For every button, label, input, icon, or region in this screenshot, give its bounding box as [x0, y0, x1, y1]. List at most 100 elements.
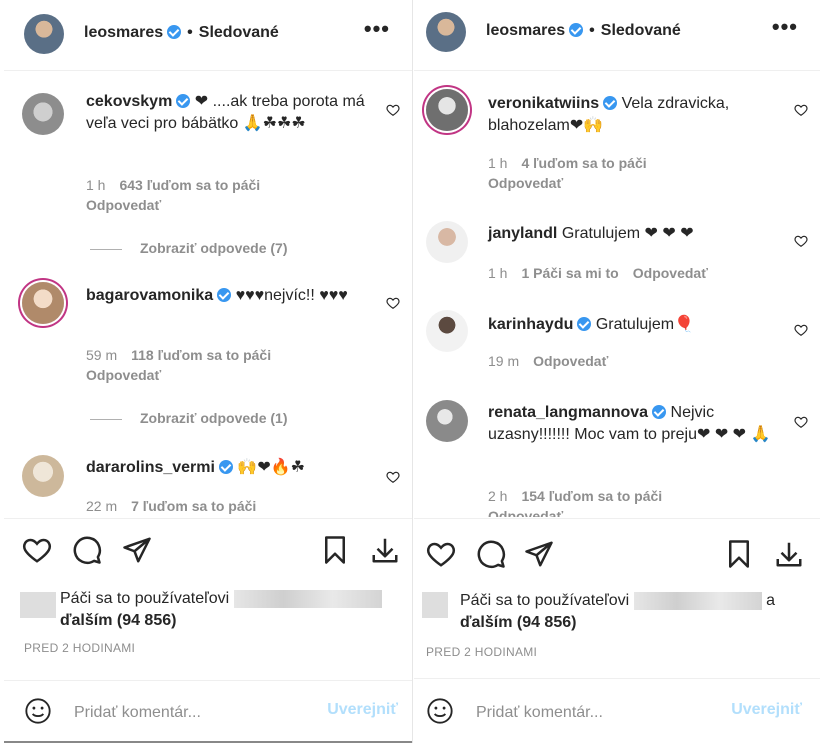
share-icon[interactable] [524, 539, 554, 569]
comment-username[interactable]: dararolins_vermi [86, 459, 215, 476]
comment-icon[interactable] [476, 539, 506, 569]
comment-username[interactable]: bagarovamonika [86, 287, 213, 304]
comment-item: cekovskym ❤ ....ak treba porota má veľa … [4, 89, 412, 229]
more-options-icon[interactable]: ••• [772, 14, 798, 40]
comment-likes[interactable]: 7 ľuďom sa to páči [131, 498, 256, 514]
post-header: leosmares • Sledované ••• [414, 0, 820, 71]
comment-likes[interactable]: 643 ľuďom sa to páči [119, 177, 260, 193]
comment-username[interactable]: renata_langmannova [488, 404, 648, 421]
avatar[interactable] [426, 12, 466, 52]
avatar[interactable] [22, 282, 64, 324]
avatar[interactable] [426, 310, 468, 352]
verified-icon [218, 460, 233, 474]
comment-likes[interactable]: 154 ľuďom sa to páči [521, 488, 662, 504]
comment-username[interactable]: karinhaydu [488, 316, 573, 333]
liked-by-text: Páči sa to používateľovi a [460, 592, 775, 610]
comment-body: Gratulujem ❤ ❤ ❤ [561, 225, 694, 242]
like-comment-heart-icon[interactable] [794, 103, 808, 117]
comment-time[interactable]: 59 m [86, 347, 117, 363]
comment-text: dararolins_vermi 🙌❤🔥☘ [86, 457, 368, 479]
reply-button[interactable]: Odpovedať [533, 353, 608, 369]
avatar[interactable] [426, 221, 468, 263]
comment-time[interactable]: 1 h [488, 155, 507, 171]
comment-item: janylandl Gratulujem ❤ ❤ ❤ 1 h 1 Páči sa … [414, 217, 820, 287]
view-replies-button[interactable]: Zobraziť odpovede (1) [90, 410, 288, 426]
comment-username[interactable]: veronikatwiins [488, 95, 599, 112]
comment-likes[interactable]: 1 Páči sa mi to [521, 265, 618, 281]
comment-time[interactable]: 1 h [86, 177, 105, 193]
like-comment-heart-icon[interactable] [386, 103, 400, 117]
verified-icon [217, 288, 232, 302]
comment-time[interactable]: 2 h [488, 488, 507, 504]
comment-likes[interactable]: 4 ľuďom sa to páči [521, 155, 646, 171]
comment-username[interactable]: cekovskym [86, 93, 172, 110]
username-link[interactable]: leosmares [84, 24, 163, 41]
liker-avatar[interactable] [422, 592, 448, 618]
like-comment-heart-icon[interactable] [386, 296, 400, 310]
share-icon[interactable] [122, 535, 152, 565]
like-comment-heart-icon[interactable] [386, 470, 400, 484]
add-comment-bar: Uverejniť [414, 678, 820, 743]
verified-icon [603, 96, 618, 110]
comment-time[interactable]: 1 h [488, 265, 507, 281]
reply-button[interactable]: Odpovedať [633, 265, 708, 281]
post-header: leosmares • Sledované ••• [4, 0, 412, 71]
like-comment-heart-icon[interactable] [794, 323, 808, 337]
comment-input[interactable] [72, 699, 296, 727]
reply-button[interactable]: Odpovedať [86, 367, 161, 383]
comments-list[interactable]: cekovskym ❤ ....ak treba porota má veľa … [4, 71, 412, 517]
avatar[interactable] [426, 400, 468, 442]
emoji-icon[interactable] [426, 697, 454, 725]
avatar[interactable] [24, 14, 64, 54]
download-icon[interactable] [774, 539, 804, 569]
post-timestamp[interactable]: PRED 2 HODINAMI [24, 641, 135, 655]
liker-avatar[interactable] [20, 592, 56, 618]
liker-name-blurred[interactable] [233, 590, 382, 608]
following-label[interactable]: Sledované [601, 22, 681, 39]
download-icon[interactable] [370, 535, 400, 565]
comment-time[interactable]: 22 m [86, 498, 117, 514]
comment-item: bagarovamonika ♥♥♥nejvíc!! ♥♥♥ 59 m 118 ľ… [4, 279, 412, 389]
heart-icon[interactable] [22, 535, 52, 565]
like-comment-heart-icon[interactable] [794, 234, 808, 248]
header-user: leosmares • Sledované [486, 22, 681, 40]
comments-list[interactable]: veronikatwiins Vela zdravicka, blahozela… [414, 71, 820, 517]
like-comment-heart-icon[interactable] [794, 415, 808, 429]
bookmark-icon[interactable] [724, 539, 754, 569]
username-link[interactable]: leosmares [486, 22, 565, 39]
post-button[interactable]: Uverejniť [731, 701, 802, 719]
comment-meta: 1 h 1 Páči sa mi to Odpovedať [488, 265, 722, 281]
others-count[interactable]: ďalším (94 856) [60, 612, 176, 630]
comment-input[interactable] [474, 699, 698, 727]
liked-by-label: Páči sa to používateľovi [60, 590, 230, 608]
header-user: leosmares • Sledované [84, 24, 279, 42]
post-button[interactable]: Uverejniť [327, 701, 398, 719]
likes-summary: Páči sa to používateľovi a ďalším (94 85… [414, 584, 820, 634]
reply-button[interactable]: Odpovedať [86, 197, 161, 213]
avatar[interactable] [22, 455, 64, 497]
post-timestamp[interactable]: PRED 2 HODINAMI [426, 645, 537, 659]
view-replies-button[interactable]: Zobraziť odpovede (7) [90, 240, 288, 256]
comment-item: dararolins_vermi 🙌❤🔥☘ 22 m 7 ľuďom sa to … [4, 453, 412, 517]
reply-button[interactable]: Odpovedať [488, 508, 563, 517]
bookmark-icon[interactable] [320, 535, 350, 565]
comment-time[interactable]: 19 m [488, 353, 519, 369]
emoji-icon[interactable] [24, 697, 52, 725]
avatar[interactable] [22, 93, 64, 135]
heart-icon[interactable] [426, 539, 456, 569]
reply-button[interactable]: Odpovedať [488, 175, 563, 191]
comment-username[interactable]: janylandl [488, 225, 557, 242]
add-comment-bar: Uverejniť [4, 680, 412, 743]
comment-meta: 1 h 4 ľuďom sa to páči [488, 155, 661, 171]
comment-text: cekovskym ❤ ....ak treba porota má veľa … [86, 91, 368, 135]
liker-name-blurred[interactable] [633, 592, 762, 610]
comment-icon[interactable] [72, 535, 102, 565]
more-options-icon[interactable]: ••• [364, 16, 390, 42]
comment-likes[interactable]: 118 ľuďom sa to páči [131, 347, 271, 363]
comment-text: bagarovamonika ♥♥♥nejvíc!! ♥♥♥ [86, 285, 368, 307]
avatar[interactable] [426, 89, 468, 131]
others-count[interactable]: ďalším (94 856) [460, 614, 576, 632]
comment-body: Gratulujem🎈 [595, 316, 694, 333]
following-label[interactable]: Sledované [199, 24, 279, 41]
verified-icon [577, 317, 592, 331]
